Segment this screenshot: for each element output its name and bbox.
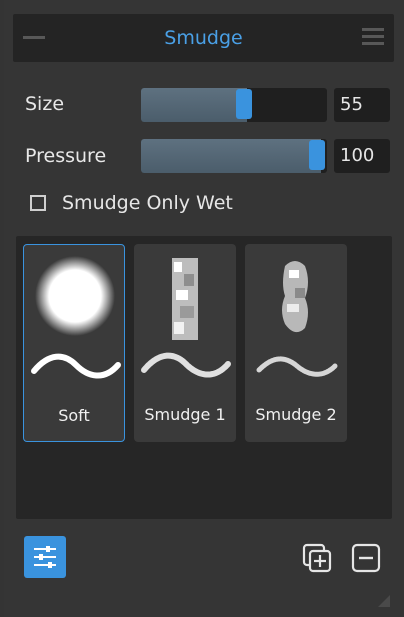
smudge-1-brush-preview-icon <box>141 258 231 378</box>
panel-title: Smudge <box>164 27 243 49</box>
pressure-value-input[interactable]: 100 <box>334 139 390 173</box>
soft-brush-preview-icon <box>31 256 121 379</box>
brush-grid: Soft Smudge 1 Smudge 2 <box>16 236 392 519</box>
brush-card-soft[interactable]: Soft <box>23 244 125 442</box>
smudge-2-brush-preview-icon <box>256 261 338 377</box>
brush-card-smudge-2[interactable]: Smudge 2 <box>245 244 347 442</box>
pressure-slider-fill <box>141 139 321 173</box>
pressure-slider[interactable] <box>141 139 327 173</box>
smudge-only-wet-label[interactable]: Smudge Only Wet <box>62 192 233 214</box>
brush-settings-button[interactable] <box>24 536 66 578</box>
size-label: Size <box>25 93 65 115</box>
pressure-label: Pressure <box>25 145 107 167</box>
resize-grip-icon[interactable] <box>378 595 390 607</box>
smudge-panel: Smudge Size 55 Pressure 100 Smudge Only … <box>4 0 400 617</box>
brush-label: Smudge 1 <box>144 405 226 424</box>
smudge-only-wet-checkbox[interactable] <box>30 195 46 211</box>
brush-card-smudge-1[interactable]: Smudge 1 <box>134 244 236 442</box>
remove-brush-button[interactable] <box>349 541 383 575</box>
panel-header[interactable]: Smudge <box>13 14 394 62</box>
duplicate-brush-button[interactable] <box>300 541 334 575</box>
sliders-icon <box>34 546 56 568</box>
size-slider-thumb[interactable] <box>236 89 252 119</box>
size-slider[interactable] <box>141 88 327 122</box>
size-slider-fill <box>141 88 247 122</box>
pressure-slider-thumb[interactable] <box>309 140 325 170</box>
brush-label: Smudge 2 <box>255 405 337 424</box>
size-value-input[interactable]: 55 <box>334 88 390 122</box>
hamburger-menu-icon[interactable] <box>362 28 384 49</box>
brush-label: Soft <box>58 406 90 425</box>
duplicate-add-icon <box>302 543 332 573</box>
remove-minus-icon <box>351 543 381 573</box>
